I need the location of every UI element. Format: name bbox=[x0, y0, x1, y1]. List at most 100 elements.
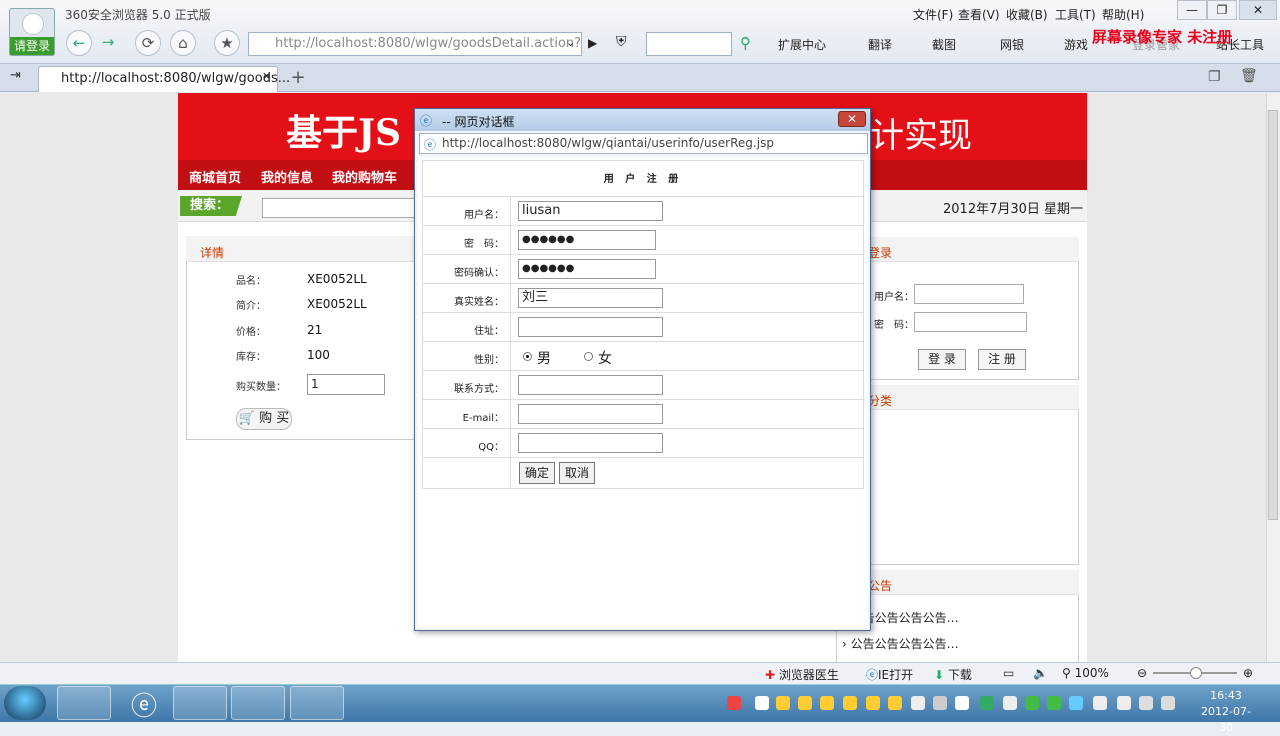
minimize-button[interactable]: — bbox=[1177, 0, 1207, 20]
go-icon[interactable]: ▶ bbox=[588, 36, 597, 50]
taskbar-360-browser[interactable] bbox=[57, 686, 111, 720]
site-register-button[interactable]: 注 册 bbox=[978, 349, 1026, 370]
volume-icon[interactable]: 🔈 bbox=[1033, 666, 1048, 680]
site-login-button[interactable]: 登 录 bbox=[918, 349, 966, 370]
address-input[interactable] bbox=[518, 317, 663, 337]
new-tab-button[interactable]: + bbox=[286, 68, 310, 88]
window-icon[interactable]: ▭ bbox=[1003, 666, 1014, 680]
tray-icon[interactable] bbox=[980, 696, 994, 710]
address-bar[interactable]: http://localhost:8080/wlgw/goodsDetail.a… bbox=[248, 32, 582, 56]
gender-female-radio[interactable] bbox=[584, 352, 593, 361]
tray-icon[interactable] bbox=[1117, 696, 1131, 710]
tab-close-icon[interactable]: ✕ bbox=[262, 70, 271, 83]
zoom-out-icon[interactable]: ⊖ bbox=[1137, 666, 1147, 680]
tray-icon[interactable] bbox=[798, 696, 812, 710]
form-row bbox=[422, 457, 864, 488]
tray-icon[interactable] bbox=[776, 696, 790, 710]
tray-icon[interactable] bbox=[1025, 696, 1039, 710]
address-dropdown-icon[interactable]: ⌄ bbox=[566, 36, 575, 49]
tray-icon[interactable] bbox=[843, 696, 857, 710]
clock-date: 2012-07-30 bbox=[1201, 705, 1251, 734]
scrollbar-thumb[interactable] bbox=[1268, 110, 1278, 520]
refresh-button[interactable]: ⟳ bbox=[135, 30, 161, 56]
sidebar-toggle-icon[interactable]: ⇥ bbox=[10, 68, 21, 83]
tool-screenshot[interactable]: 截图 bbox=[932, 36, 956, 53]
submit-button[interactable]: 确定 bbox=[519, 462, 555, 484]
nav-home[interactable]: 商城首页 bbox=[189, 167, 241, 186]
cancel-button[interactable]: 取消 bbox=[559, 462, 595, 484]
password-input[interactable]: ●●●●●● bbox=[518, 230, 656, 250]
buy-button[interactable]: 🛒 购 买 bbox=[236, 408, 292, 430]
taskbar-ie-icon[interactable]: ⓔ bbox=[117, 686, 171, 722]
tray-icon[interactable] bbox=[755, 696, 769, 710]
gender-male-radio[interactable] bbox=[523, 352, 532, 361]
home-button[interactable]: ⌂ bbox=[170, 30, 196, 56]
notice-item[interactable]: › 公告公告公告公告… bbox=[842, 635, 959, 652]
tab-goods-detail[interactable]: http://localhost:8080/wlgw/goods... bbox=[38, 66, 290, 92]
menu-tools[interactable]: 工具(T) bbox=[1055, 6, 1096, 23]
back-button[interactable]: ← bbox=[66, 30, 92, 56]
maximize-button[interactable]: ❐ bbox=[1207, 0, 1237, 20]
tool-extensions[interactable]: 扩展中心 bbox=[778, 36, 826, 53]
taskbar-toolbox[interactable] bbox=[231, 686, 285, 720]
tray-icon[interactable] bbox=[1069, 696, 1083, 710]
tray-icon[interactable] bbox=[888, 696, 902, 710]
nav-my-info[interactable]: 我的信息 bbox=[261, 167, 313, 186]
qq-input[interactable] bbox=[518, 433, 663, 453]
menu-help[interactable]: 帮助(H) bbox=[1102, 6, 1144, 23]
tool-ebank[interactable]: 网银 bbox=[1000, 36, 1024, 53]
system-clock[interactable]: 16:43 2012-07-30 bbox=[1196, 688, 1256, 736]
user-avatar[interactable]: 请登录 bbox=[9, 8, 55, 56]
taskbar-explorer[interactable] bbox=[173, 686, 227, 720]
menu-view[interactable]: 查看(V) bbox=[958, 6, 1000, 23]
close-button[interactable]: ✕ bbox=[1239, 0, 1277, 20]
dialog-close-button[interactable]: ✕ bbox=[838, 111, 866, 127]
forward-button[interactable]: → bbox=[95, 30, 121, 56]
login-button[interactable]: 请登录 bbox=[10, 37, 54, 55]
shield-icon[interactable]: ⛨ bbox=[616, 34, 627, 50]
flag-icon[interactable] bbox=[1093, 696, 1107, 710]
gender-male-label: 男 bbox=[537, 351, 551, 367]
favorite-star-button[interactable]: ★ bbox=[214, 30, 240, 56]
tray-icon[interactable] bbox=[933, 696, 947, 710]
clock-time: 16:43 bbox=[1210, 689, 1242, 702]
site-search-input[interactable] bbox=[262, 198, 417, 218]
zoom-in-icon[interactable]: ⊕ bbox=[1243, 666, 1253, 680]
tray-icon[interactable] bbox=[955, 696, 969, 710]
download-icon: ⬇ bbox=[934, 668, 945, 682]
search-icon[interactable]: ⚲ bbox=[740, 34, 751, 52]
network-icon[interactable] bbox=[1139, 696, 1153, 710]
tray-icon[interactable] bbox=[1047, 696, 1061, 710]
volume-tray-icon[interactable] bbox=[1161, 696, 1175, 710]
menu-favorites[interactable]: 收藏(B) bbox=[1006, 6, 1048, 23]
login-username-input[interactable] bbox=[914, 284, 1024, 304]
download-button[interactable]: ⬇ 下载 bbox=[934, 666, 972, 683]
tool-translate[interactable]: 翻译 bbox=[868, 36, 892, 53]
tray-icon[interactable] bbox=[727, 696, 741, 710]
taskbar-eclipse[interactable] bbox=[290, 686, 344, 720]
confirm-password-input[interactable]: ●●●●●● bbox=[518, 259, 656, 279]
quantity-input[interactable]: 1 bbox=[307, 374, 385, 395]
nav-my-cart[interactable]: 我的购物车 bbox=[332, 167, 397, 186]
tray-icon[interactable] bbox=[820, 696, 834, 710]
realname-input[interactable]: 刘三 bbox=[518, 288, 663, 308]
restore-tabs-icon[interactable]: ❐ bbox=[1208, 69, 1221, 85]
tray-icon[interactable] bbox=[911, 696, 925, 710]
contact-input[interactable] bbox=[518, 375, 663, 395]
tray-icon[interactable] bbox=[1003, 696, 1017, 710]
username-input[interactable]: liusan bbox=[518, 201, 663, 221]
detail-panel-title: 详情 bbox=[200, 246, 225, 260]
search-input[interactable] bbox=[646, 32, 732, 56]
zoom-slider-knob[interactable] bbox=[1190, 667, 1202, 679]
tool-games[interactable]: 游戏 bbox=[1064, 36, 1088, 53]
menu-file[interactable]: 文件(F) bbox=[913, 6, 953, 23]
login-password-input[interactable] bbox=[914, 312, 1027, 332]
tray-icon[interactable] bbox=[866, 696, 880, 710]
email-input[interactable] bbox=[518, 404, 663, 424]
zoom-control[interactable]: ⚲ 100% bbox=[1062, 666, 1109, 680]
trash-icon[interactable]: 🗑 bbox=[1240, 68, 1258, 84]
start-button[interactable] bbox=[4, 686, 46, 720]
browser-doctor-button[interactable]: ✚ 浏览器医生 bbox=[765, 666, 839, 683]
ie-open-button[interactable]: ⓔIE打开 bbox=[866, 666, 913, 683]
dialog-url: http://localhost:8080/wlgw/qiantai/useri… bbox=[442, 136, 774, 150]
